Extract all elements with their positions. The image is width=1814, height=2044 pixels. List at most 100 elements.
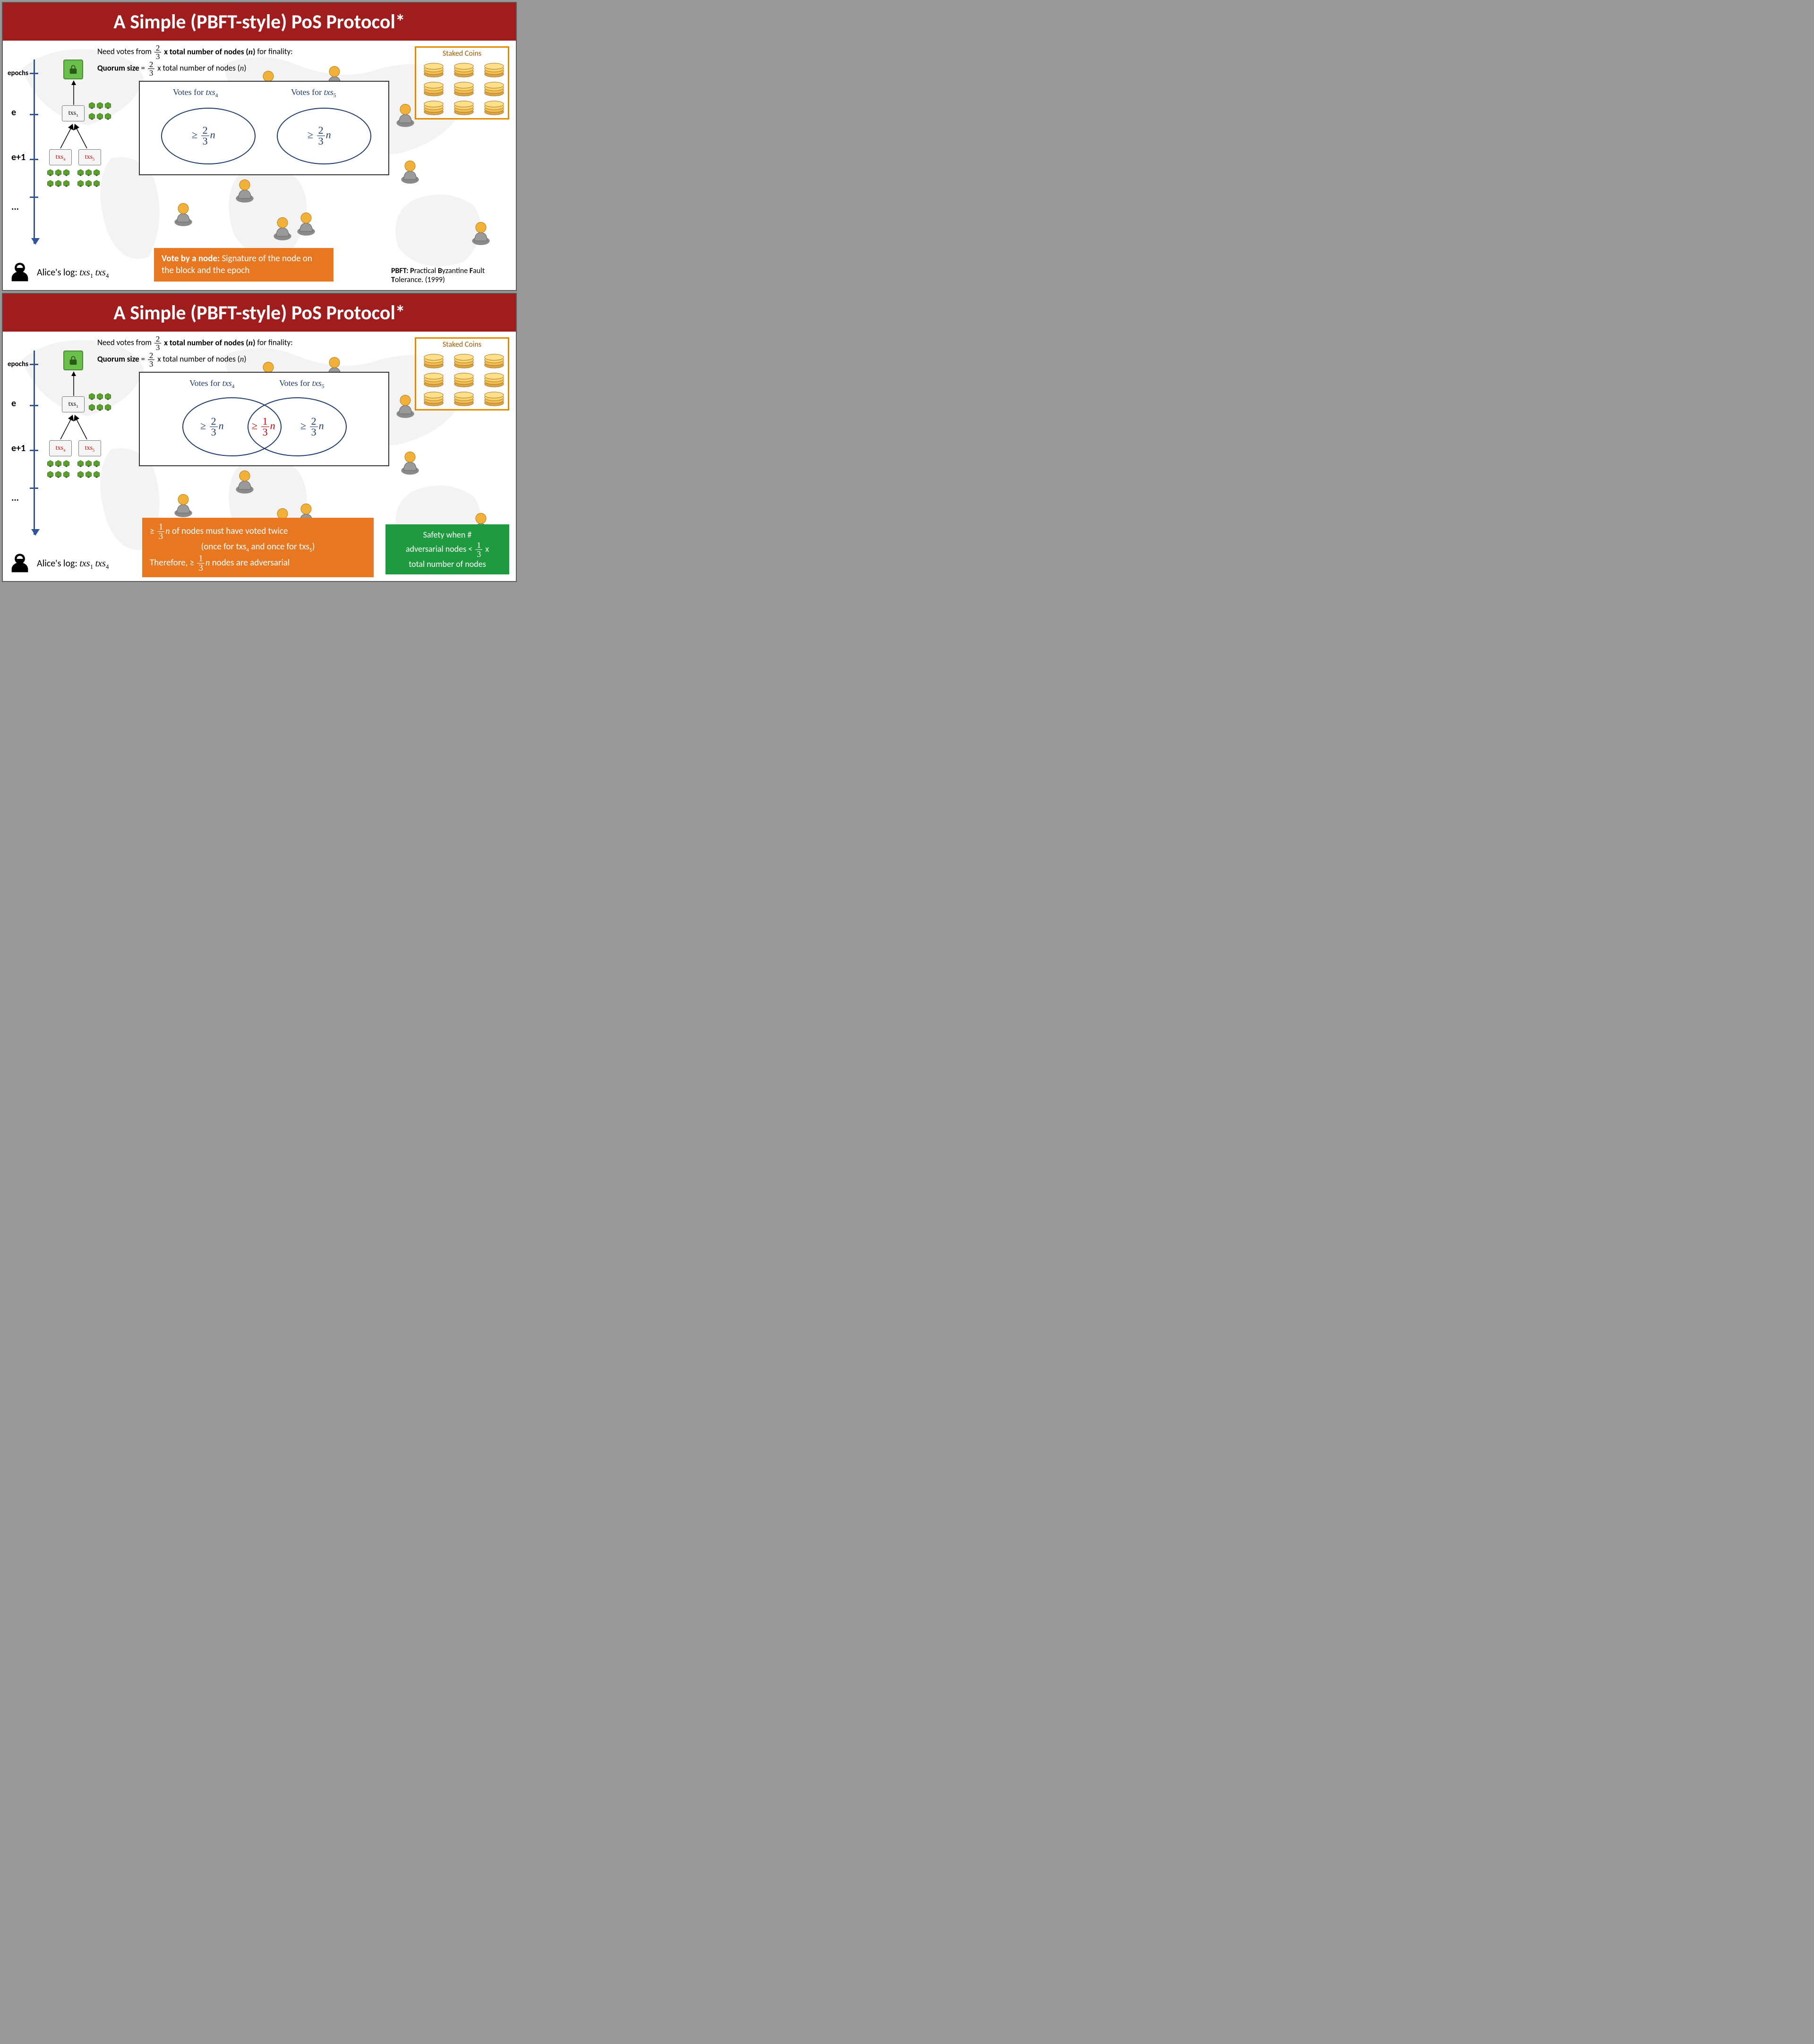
voter-hex-icon — [46, 169, 54, 176]
voters-e-row1 — [88, 102, 112, 111]
voter-hex-icon — [77, 180, 85, 187]
voter-hex-icon — [93, 471, 101, 478]
coin-stack-icon — [423, 100, 445, 115]
voter-hex-icon — [96, 102, 104, 109]
coin-stack-icon — [453, 81, 475, 96]
network-node-icon — [234, 469, 255, 492]
network-node-icon — [395, 393, 416, 417]
voter-hex-icon — [46, 180, 54, 187]
voter-hex-icon — [96, 393, 104, 400]
voter-hex-icon — [54, 169, 62, 176]
quorum-txs4: ≥ 23n — [192, 125, 215, 146]
coin-stack-icon — [483, 391, 505, 406]
voter-hex-icon — [46, 471, 54, 478]
coin-stack-icon — [483, 353, 505, 368]
epoch-e: e — [11, 107, 16, 118]
network-node-icon — [400, 450, 420, 473]
alice-icon — [8, 261, 32, 285]
staked-label: Staked Coins — [416, 49, 508, 58]
voter-hex-icon — [77, 460, 85, 467]
voter-hex-icon — [54, 180, 62, 187]
coin-stack-icon — [423, 391, 445, 406]
coin-stack-icon — [483, 372, 505, 387]
network-node-icon — [400, 159, 420, 182]
voter-hex-icon — [88, 102, 96, 109]
slide-1: A Simple (PBFT-style) PoS Protocol* Need… — [2, 2, 517, 291]
epochs-label: epochs — [8, 69, 28, 77]
voter-hex-icon — [104, 393, 112, 400]
voters-e1-row1 — [46, 169, 70, 179]
epochs-area-2: epochs e e+1 ... txs1 txs4 txs5 — [8, 351, 121, 554]
coin-stack-icon — [453, 391, 475, 406]
coin-stack-icon — [453, 372, 475, 387]
coin-stack-icon — [453, 100, 475, 115]
voter-hex-icon — [85, 460, 93, 467]
voter-hex-icon — [104, 404, 112, 411]
title-text-2: A Simple (PBFT-style) PoS Protocol* — [113, 301, 405, 325]
coin-stack-icon — [423, 372, 445, 387]
network-node-icon — [173, 492, 194, 516]
vote-definition-box: Vote by a node: Signature of the node on… — [154, 248, 334, 282]
voter-hex-icon — [104, 102, 112, 109]
slide-2: A Simple (PBFT-style) PoS Protocol* Need… — [2, 293, 517, 582]
voter-hex-icon — [96, 113, 104, 120]
title-bar: A Simple (PBFT-style) PoS Protocol* — [3, 3, 516, 41]
voter-hex-icon — [62, 169, 70, 176]
quorum-txs5: ≥ 23n — [308, 125, 331, 146]
votes-panel-overlap: Votes for txs4 Votes for txs5 ≥ 23n ≥ 13… — [139, 372, 389, 466]
network-node-icon — [234, 178, 255, 201]
staked-coins-box-2: Staked Coins — [415, 337, 509, 411]
voter-hex-icon — [54, 460, 62, 467]
voters-e1-row2 — [46, 180, 70, 189]
genesis-block-icon — [63, 60, 83, 79]
voter-hex-icon — [88, 113, 96, 120]
voter-hex-icon — [77, 169, 85, 176]
title-text: A Simple (PBFT-style) PoS Protocol* — [113, 10, 405, 34]
title-bar-2: A Simple (PBFT-style) PoS Protocol* — [3, 294, 516, 332]
txs4-box: txs4 — [49, 149, 72, 165]
voter-hex-icon — [62, 460, 70, 467]
coin-stack-icon — [483, 81, 505, 96]
coin-stack-icon — [453, 353, 475, 368]
voter-hex-icon — [85, 180, 93, 187]
voter-hex-icon — [77, 471, 85, 478]
quorum-line1: Need votes from 23 x total number of nod… — [97, 44, 293, 60]
voter-hex-icon — [54, 471, 62, 478]
safety-box: Safety when # adversarial nodes < 13 x t… — [385, 524, 509, 574]
coin-stack-icon — [483, 62, 505, 77]
network-node-icon — [272, 215, 293, 239]
voter-hex-icon — [93, 460, 101, 467]
staked-coins-box: Staked Coins — [415, 46, 509, 120]
quorum-line2: Quorum size = 23 x total number of nodes… — [97, 60, 293, 77]
votes-panel: Votes for txs4 Votes for txs5 ≥ 23n ≥ 23… — [139, 81, 389, 175]
voter-hex-icon — [93, 180, 101, 187]
coin-stack-icon — [483, 100, 505, 115]
voter-hex-icon — [46, 460, 54, 467]
voter-hex-icon — [85, 471, 93, 478]
alice-log: Alice's log: txs1 txs4 — [8, 261, 109, 285]
voter-hex-icon — [85, 169, 93, 176]
quorum-text-2: Need votes from 23 x total number of nod… — [97, 335, 293, 368]
voter-hex-icon — [93, 169, 101, 176]
overlap-formula: ≥ 13n — [252, 416, 275, 437]
txs5-box: txs5 — [78, 149, 101, 165]
epoch-e1: e+1 — [11, 152, 26, 163]
epoch-dots: ... — [11, 201, 19, 213]
network-node-icon — [471, 220, 491, 244]
voter-hex-icon — [88, 393, 96, 400]
voters-e-row2 — [88, 113, 112, 122]
frac-2-3: 23 — [154, 44, 162, 60]
network-node-icon — [395, 102, 416, 126]
arrow-fork — [55, 122, 93, 149]
network-node-icon — [296, 211, 317, 234]
voter-hex-icon — [62, 471, 70, 478]
quorum-text: Need votes from 23 x total number of nod… — [97, 44, 293, 77]
voter-hex-icon — [62, 180, 70, 187]
voter-hex-icon — [104, 113, 112, 120]
arrow-txs1-genesis — [69, 80, 78, 105]
voter-hex-icon — [88, 404, 96, 411]
network-node-icon — [173, 201, 194, 225]
voters-e1b-row2 — [77, 180, 101, 189]
coin-stack-icon — [423, 81, 445, 96]
coin-stack-icon — [423, 62, 445, 77]
